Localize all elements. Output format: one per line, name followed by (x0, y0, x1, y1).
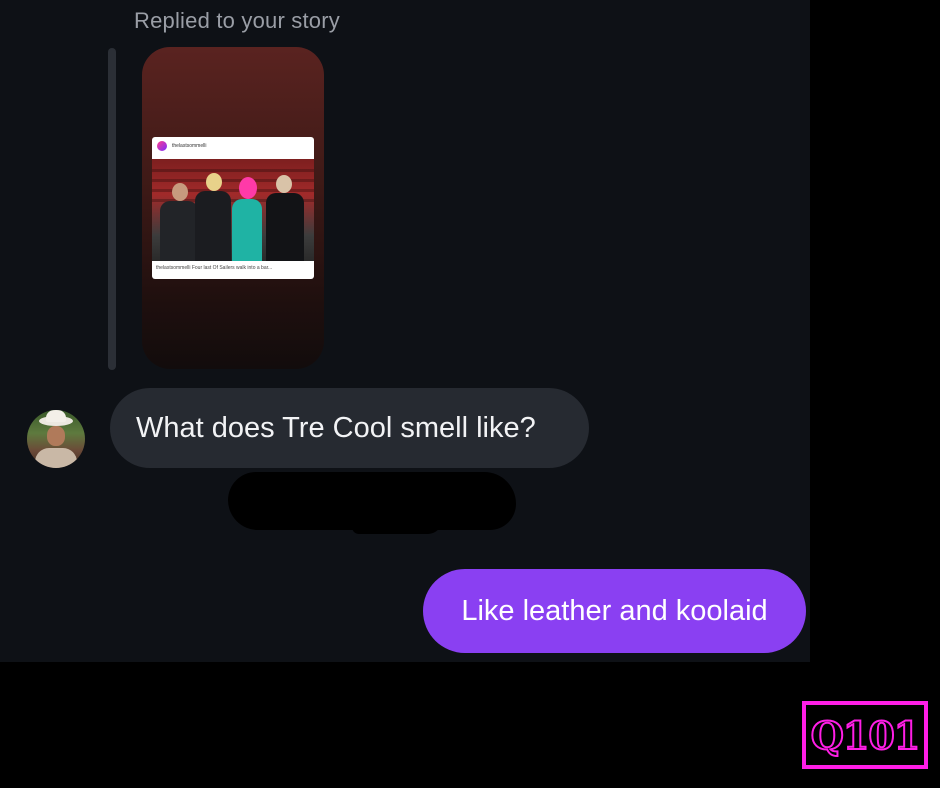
incoming-message-bubble[interactable]: What does Tre Cool smell like? (110, 388, 589, 468)
q101-logo: Q101 (802, 701, 928, 769)
post-caption: thelastsommelli Four last Of Sailers wal… (156, 265, 273, 271)
photo-person (192, 173, 232, 261)
logo-text: Q101 (810, 712, 921, 759)
band-photo (152, 159, 314, 261)
photo-person (262, 175, 306, 261)
hat-crown (46, 410, 66, 422)
replied-to-story-label: Replied to your story (134, 8, 340, 33)
outgoing-message-bubble[interactable]: Like leather and koolaid (423, 569, 806, 653)
post-avatar (157, 141, 167, 151)
reply-quote-bar (108, 48, 116, 370)
avatar-face (47, 426, 65, 446)
post-header: thelastsommelli (152, 137, 314, 155)
redacted-message-tail (352, 520, 442, 534)
dm-thread: Replied to your story thelastsommelli th… (0, 0, 810, 662)
shared-post: thelastsommelli thelastsommelli Four las… (152, 137, 314, 279)
avatar-shirt (35, 448, 77, 468)
sender-avatar[interactable] (27, 410, 85, 468)
photo-person (230, 177, 264, 261)
post-username: thelastsommelli (172, 143, 207, 149)
story-preview[interactable]: thelastsommelli thelastsommelli Four las… (142, 47, 324, 369)
